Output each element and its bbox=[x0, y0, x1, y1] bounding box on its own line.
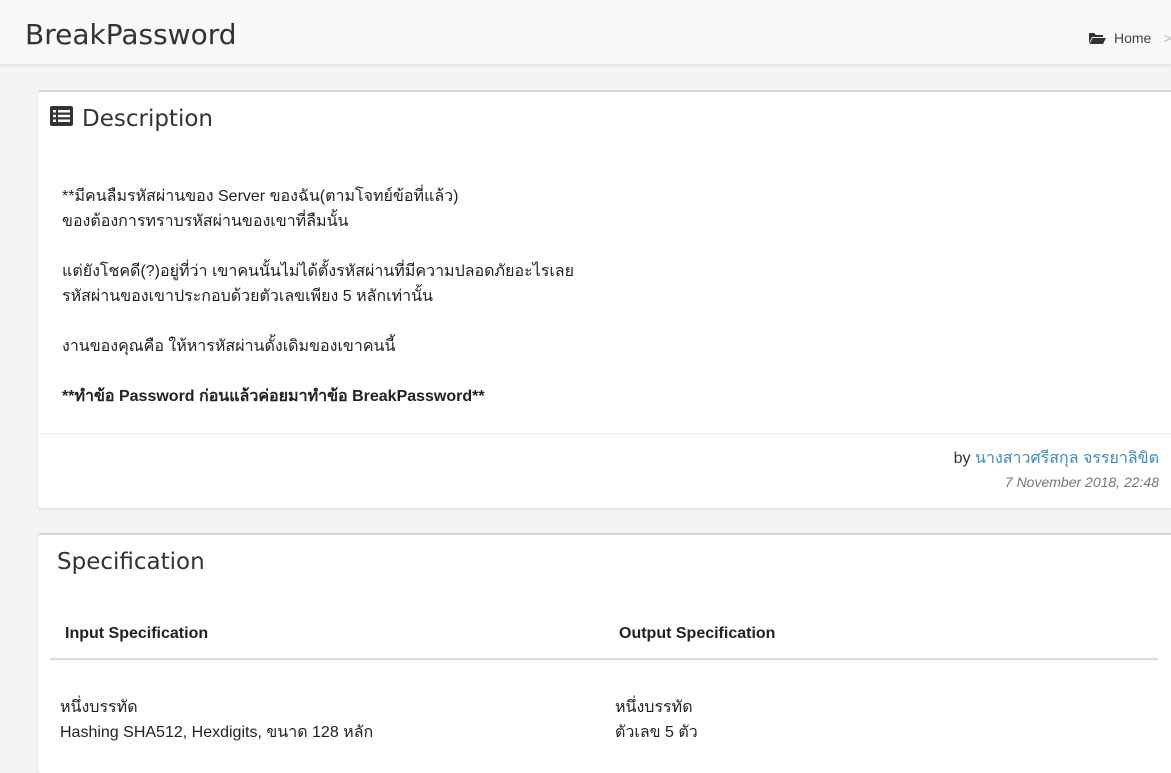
description-paragraph: แต่ยังโชคดี(?)อยู่ที่ว่า เขาคนนั้นไม่ได้… bbox=[62, 259, 1142, 309]
by-label: by bbox=[953, 450, 971, 467]
specification-box: Specification Input Specification Output… bbox=[38, 533, 1171, 773]
description-header: Description bbox=[50, 106, 213, 132]
description-paragraph: งานของคุณคือ ให้หารหัสผ่านดั้งเดิมของเขา… bbox=[62, 334, 1142, 359]
description-body: **มีคนลืมรหัสผ่านของ Server ของฉัน(ตามโจ… bbox=[62, 184, 1142, 409]
breadcrumb-home-link[interactable]: Home bbox=[1114, 30, 1151, 46]
description-line: งานของคุณคือ ให้หารหัสผ่านดั้งเดิมของเขา… bbox=[62, 338, 396, 355]
output-spec-header: Output Specification bbox=[619, 625, 776, 642]
description-line: แต่ยังโชคดี(?)อยู่ที่ว่า เขาคนนั้นไม่ได้… bbox=[62, 263, 574, 280]
input-spec-line: หนึ่งบรรทัด bbox=[60, 699, 138, 716]
author-link[interactable]: นางสาวศรีสกุล จรรยาลิขิต bbox=[975, 450, 1159, 467]
timestamp: 7 November 2018, 22:48 bbox=[1004, 474, 1159, 490]
description-line: **มีคนลืมรหัสผ่านของ Server ของฉัน(ตามโจ… bbox=[62, 188, 459, 205]
folder-open-icon bbox=[1088, 31, 1106, 45]
description-note: **ทำข้อ Password ก่อนแล้วค่อยมาทำข้อ Bre… bbox=[62, 384, 1142, 409]
list-alt-icon bbox=[50, 106, 73, 132]
specification-title: Specification bbox=[57, 549, 205, 575]
input-spec-line: Hashing SHA512, Hexdigits, ขนาด 128 หลัก bbox=[60, 724, 374, 741]
description-line: ของต้องการทราบรหัสผ่านของเขาที่ลืมนั้น bbox=[62, 213, 349, 230]
description-title: Description bbox=[82, 106, 213, 132]
input-spec-header: Input Specification bbox=[65, 625, 209, 642]
description-footer: by นางสาวศรีสกุล จรรยาลิขิต 7 November 2… bbox=[38, 433, 1171, 508]
specification-table-header: Input Specification Output Specification bbox=[50, 625, 1158, 660]
description-line: **ทำข้อ Password ก่อนแล้วค่อยมาทำข้อ Bre… bbox=[62, 388, 485, 405]
breadcrumb: Home > bbox=[1088, 30, 1171, 46]
top-header: BreakPassword Home > bbox=[0, 0, 1171, 65]
page-title: BreakPassword bbox=[25, 18, 237, 51]
description-box: Description **มีคนลืมรหัสผ่านของ Server … bbox=[38, 90, 1171, 508]
output-spec-line: หนึ่งบรรทัด bbox=[615, 699, 693, 716]
input-spec-content: หนึ่งบรรทัด Hashing SHA512, Hexdigits, ข… bbox=[60, 695, 373, 745]
author-line: by นางสาวศรีสกุล จรรยาลิขิต bbox=[954, 446, 1159, 471]
breadcrumb-separator: > bbox=[1163, 30, 1171, 46]
description-line: รหัสผ่านของเขาประกอบด้วยตัวเลขเพียง 5 หล… bbox=[62, 288, 433, 305]
output-spec-content: หนึ่งบรรทัด ตัวเลข 5 ตัว bbox=[615, 695, 698, 745]
description-paragraph: **มีคนลืมรหัสผ่านของ Server ของฉัน(ตามโจ… bbox=[62, 184, 1142, 234]
output-spec-line: ตัวเลข 5 ตัว bbox=[615, 724, 698, 741]
